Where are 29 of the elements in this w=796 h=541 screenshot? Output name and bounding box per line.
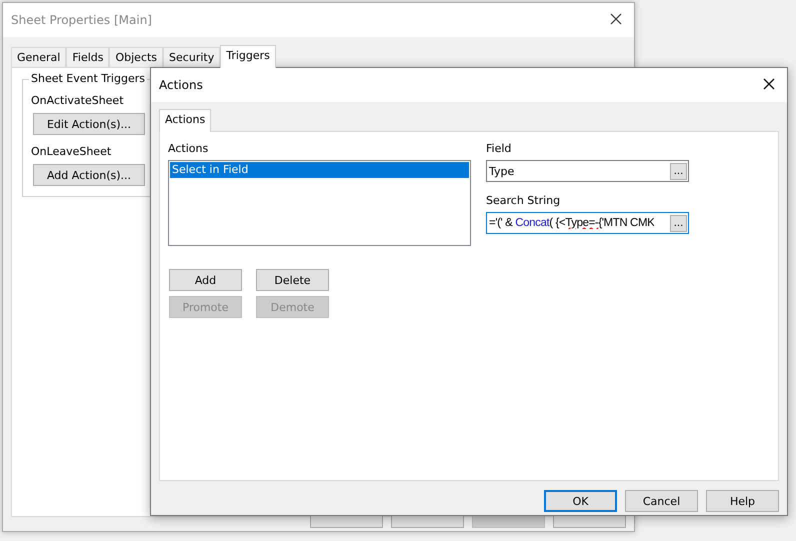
- input-field[interactable]: ='(' & Concat( {<Type=-{'MTN CMK ...: [486, 212, 689, 234]
- browse-button[interactable]: ...: [670, 214, 687, 232]
- window-title: Actions: [151, 68, 787, 102]
- browse-button[interactable]: ...: [670, 162, 687, 180]
- tab[interactable]: Security: [163, 47, 220, 67]
- tab[interactable]: Triggers: [220, 45, 276, 68]
- close-icon[interactable]: [763, 78, 775, 90]
- list-item[interactable]: Select in Field: [170, 162, 469, 178]
- dialog-button[interactable]: Help: [706, 490, 779, 512]
- dialog-button[interactable]: OK: [544, 490, 617, 512]
- action-button[interactable]: Edit Action(s)...: [33, 113, 145, 135]
- tab[interactable]: Actions: [159, 109, 212, 132]
- field-label: Field: [486, 142, 512, 156]
- action-button[interactable]: Add Action(s)...: [33, 164, 145, 186]
- field-label: Search String: [486, 194, 562, 208]
- group-title: Sheet Event Triggers: [29, 72, 147, 85]
- close-icon[interactable]: [610, 13, 622, 25]
- list-label: Actions: [168, 142, 210, 156]
- window-title: Sheet Properties [Main]: [3, 3, 634, 37]
- input-field[interactable]: Type ...: [486, 160, 689, 182]
- tab[interactable]: Objects: [109, 47, 164, 67]
- action-list[interactable]: Select in Field: [168, 160, 471, 246]
- tab[interactable]: Fields: [66, 47, 110, 67]
- dialog-button[interactable]: Cancel: [625, 490, 698, 512]
- trigger-label: OnLeaveSheet: [31, 145, 112, 159]
- trigger-label: OnActivateSheet: [31, 94, 124, 108]
- action-button[interactable]: Delete: [256, 269, 329, 291]
- tab[interactable]: General: [11, 47, 66, 67]
- action-button[interactable]: Add: [169, 269, 242, 291]
